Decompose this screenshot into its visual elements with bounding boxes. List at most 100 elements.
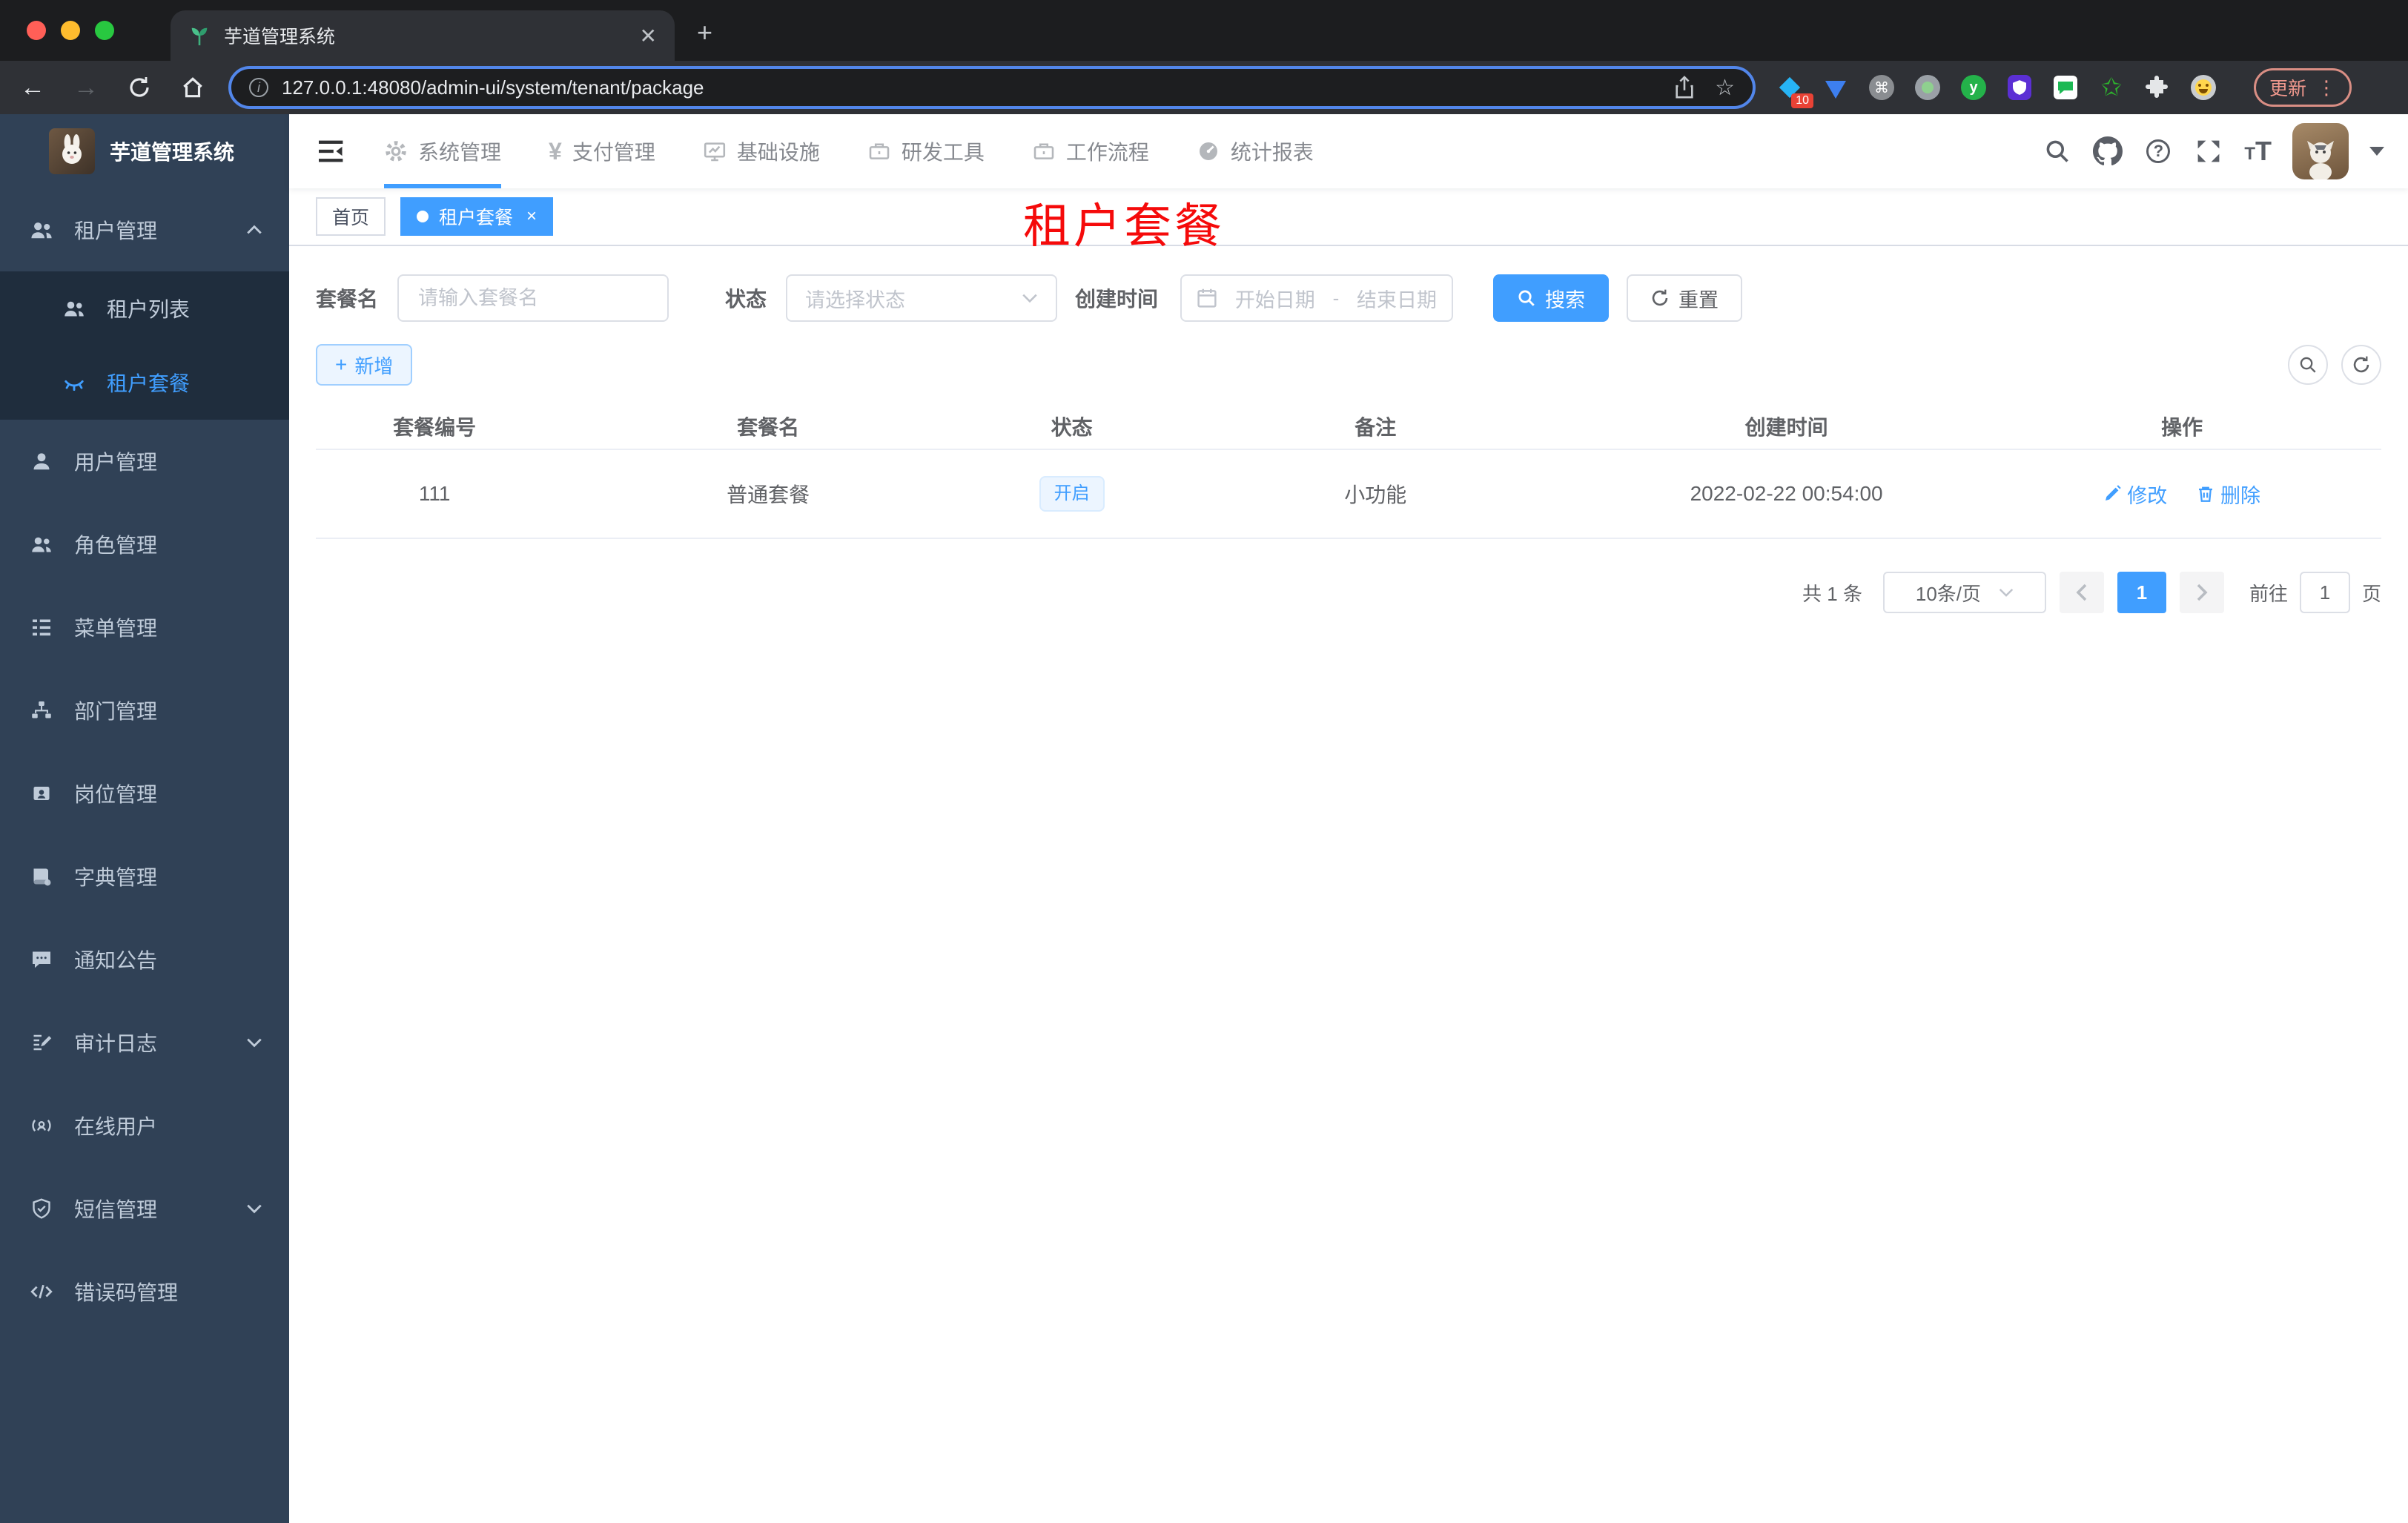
- extensions-puzzle-icon[interactable]: [2144, 74, 2171, 101]
- extension-diamond-icon[interactable]: 10: [1776, 74, 1813, 108]
- next-page-button[interactable]: [2179, 572, 2224, 613]
- status-select[interactable]: 请选择状态: [786, 274, 1058, 322]
- message-icon: [30, 948, 53, 971]
- delete-link-label: 删除: [2220, 484, 2261, 507]
- avatar-caret-down-icon[interactable]: [2369, 147, 2384, 156]
- package-name-input[interactable]: [418, 286, 649, 310]
- extension-dot-icon[interactable]: [1914, 74, 1941, 101]
- github-icon[interactable]: [2093, 136, 2123, 166]
- edit-link[interactable]: 修改: [2103, 480, 2167, 509]
- sidebar-item-label: 菜单管理: [74, 617, 158, 640]
- sidebar-item-menu-management[interactable]: 菜单管理: [0, 586, 289, 669]
- back-icon[interactable]: ←: [12, 67, 53, 108]
- sidebar-item-post-management[interactable]: 岗位管理: [0, 752, 289, 835]
- prev-page-button[interactable]: [2059, 572, 2104, 613]
- window-minimize-button[interactable]: [61, 21, 80, 40]
- create-time-range-picker[interactable]: 开始日期 - 结束日期: [1180, 274, 1454, 322]
- nav-item-reports[interactable]: 统计报表: [1197, 114, 1314, 188]
- refresh-table-icon[interactable]: [2341, 345, 2381, 385]
- share-icon[interactable]: [1673, 76, 1696, 99]
- extension-chat-icon[interactable]: [2052, 74, 2079, 101]
- search-button[interactable]: 搜索: [1493, 274, 1610, 322]
- sidebar-item-dict-management[interactable]: 字典管理: [0, 835, 289, 918]
- site-info-icon[interactable]: i: [249, 78, 268, 97]
- user-icon: [30, 449, 53, 473]
- tab-strip: 芋道管理系统 ✕ +: [0, 0, 2408, 61]
- address-bar[interactable]: i 127.0.0.1:48080/admin-ui/system/tenant…: [228, 66, 1756, 109]
- page-content: 套餐名 状态 请选择状态 创建时间 开始日期: [289, 246, 2408, 640]
- tag-label: 首页: [332, 208, 370, 228]
- window-close-button[interactable]: [27, 21, 46, 40]
- sidebar-collapse-icon[interactable]: [289, 139, 345, 164]
- show-search-icon[interactable]: [2288, 345, 2328, 385]
- sidebar-item-audit-log[interactable]: 审计日志: [0, 1001, 289, 1084]
- sidebar-item-role-management[interactable]: 角色管理: [0, 503, 289, 586]
- sidebar-item-department-management[interactable]: 部门管理: [0, 669, 289, 752]
- home-icon[interactable]: [172, 67, 214, 108]
- font-size-icon[interactable]: TT: [2244, 138, 2272, 165]
- extension-command-icon[interactable]: ⌘: [1868, 74, 1895, 101]
- sidebar-item-tenant-list[interactable]: 租户列表: [0, 271, 289, 346]
- user-avatar[interactable]: [2292, 123, 2349, 179]
- tag-close-icon[interactable]: ×: [526, 206, 537, 227]
- nav-item-payment[interactable]: ¥ 支付管理: [549, 114, 655, 188]
- help-icon[interactable]: ?: [2143, 136, 2173, 166]
- tab-title: 芋道管理系统: [224, 27, 336, 47]
- sidebar-item-tenant-management[interactable]: 租户管理: [0, 188, 289, 271]
- tag-home[interactable]: 首页: [316, 197, 386, 236]
- goto-page-input[interactable]: [2299, 572, 2350, 613]
- window-zoom-button[interactable]: [95, 21, 114, 40]
- page-number-button[interactable]: 1: [2117, 572, 2166, 613]
- tab-close-icon[interactable]: ✕: [640, 24, 657, 48]
- table-tools: [2288, 345, 2381, 385]
- forward-icon[interactable]: →: [65, 67, 107, 108]
- extension-star-icon[interactable]: ✩: [2098, 74, 2125, 101]
- reload-icon[interactable]: [119, 67, 160, 108]
- browser-menu-icon[interactable]: ⋮: [2317, 76, 2336, 99]
- extension-y-icon[interactable]: y: [1960, 74, 1987, 101]
- chevron-down-icon: [246, 1203, 262, 1214]
- nav-item-workflow[interactable]: 工作流程: [1032, 114, 1149, 188]
- sidebar-item-user-management[interactable]: 用户管理: [0, 420, 289, 503]
- search-icon: [1518, 290, 1535, 306]
- bookmark-star-icon[interactable]: ☆: [1715, 75, 1735, 101]
- tag-tenant-package[interactable]: 租户套餐 ×: [400, 197, 554, 236]
- sidebar-item-error-code[interactable]: 错误码管理: [0, 1250, 289, 1333]
- pagination: 共 1 条 10条/页 1 前往 页: [316, 572, 2381, 613]
- delete-link[interactable]: 删除: [2197, 480, 2260, 509]
- add-button[interactable]: + 新增: [316, 344, 413, 386]
- sidebar-item-label: 短信管理: [74, 1198, 158, 1221]
- package-name-input-wrap: [397, 274, 669, 322]
- sidebar-item-notice[interactable]: 通知公告: [0, 918, 289, 1001]
- chevron-up-icon: [246, 225, 262, 235]
- dictionary-icon: [30, 865, 53, 888]
- header-search-icon[interactable]: [2042, 136, 2072, 166]
- browser-update-button[interactable]: 更新 ⋮: [2254, 68, 2352, 107]
- extension-smiley-icon[interactable]: [2190, 74, 2217, 101]
- search-button-label: 搜索: [1545, 288, 1586, 311]
- new-tab-button[interactable]: +: [697, 19, 712, 46]
- cell-created-time: 2022-02-22 00:54:00: [1590, 449, 1983, 539]
- cell-package-id: 111: [316, 449, 554, 539]
- nav-item-infrastructure[interactable]: 基础设施: [703, 114, 820, 188]
- url-text[interactable]: 127.0.0.1:48080/admin-ui/system/tenant/p…: [282, 76, 1673, 99]
- yen-icon: ¥: [549, 137, 562, 165]
- sidebar-item-online-users[interactable]: 在线用户: [0, 1084, 289, 1167]
- extension-shield-icon[interactable]: [2006, 74, 2033, 101]
- top-navbar: 系统管理 ¥ 支付管理 基础设施 研发工具 工作流程 统计报表 ? T T: [289, 114, 2408, 188]
- sidebar-item-sms-management[interactable]: 短信管理: [0, 1167, 289, 1250]
- chevron-right-icon: [2197, 584, 2208, 601]
- date-end-placeholder: 结束日期: [1357, 288, 1438, 311]
- nav-item-dev-tools[interactable]: 研发工具: [867, 114, 985, 188]
- nav-item-system[interactable]: 系统管理: [384, 114, 502, 188]
- reset-button[interactable]: 重置: [1627, 274, 1743, 322]
- refresh-icon: [1652, 289, 1668, 306]
- page-size-select[interactable]: 10条/页: [1882, 572, 2046, 613]
- logo-row[interactable]: 芋道管理系统: [0, 114, 289, 188]
- org-tree-icon: [30, 698, 53, 722]
- fullscreen-icon[interactable]: [2194, 136, 2223, 166]
- sidebar-item-tenant-package[interactable]: 租户套餐: [0, 346, 289, 420]
- browser-tab[interactable]: 芋道管理系统 ✕: [171, 10, 675, 61]
- sidebar-item-label: 部门管理: [74, 700, 158, 723]
- extension-gem-icon[interactable]: [1822, 74, 1849, 101]
